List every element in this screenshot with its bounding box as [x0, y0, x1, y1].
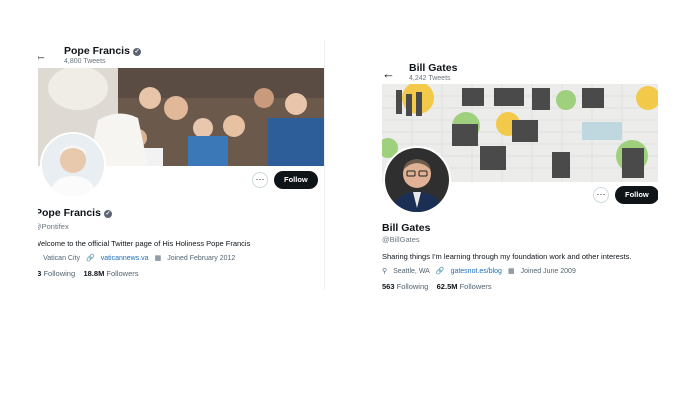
profile-meta-row: ⚲ Seattle, WA 🔗 gatesnot.es/blog ▦ Joine…: [382, 267, 576, 276]
header-tweet-count: 4,800 Tweets: [64, 58, 106, 65]
link-icon: 🔗: [85, 255, 95, 262]
profile-website-link[interactable]: gatesnot.es/blog: [451, 268, 502, 275]
profile-display-name: Pope Francis: [38, 207, 101, 219]
avatar[interactable]: [40, 132, 106, 198]
profile-joined-date: Joined February 2012: [167, 254, 236, 262]
profile-bio: Sharing things I'm learning through my f…: [382, 252, 632, 261]
avatar-photo: [385, 148, 449, 212]
profile-handle: @Pontifex: [38, 222, 69, 231]
verified-badge-icon: ✓: [132, 48, 141, 56]
calendar-icon: ▦: [154, 255, 162, 262]
profile-location: Vatican City: [43, 254, 80, 262]
profile-handle: @BillGates: [382, 235, 420, 244]
header-tweet-count: 4,242 Tweets: [409, 75, 451, 82]
following-link[interactable]: 13 Following: [38, 269, 75, 278]
profile-joined-date: Joined June 2009: [520, 267, 576, 275]
avatar-photo: [42, 134, 104, 196]
verified-badge-icon: ✓: [103, 210, 112, 218]
header-display-name: Pope Francis: [64, 45, 130, 57]
location-pin-icon: ⚲: [382, 268, 388, 275]
more-options-button[interactable]: ···: [593, 187, 609, 203]
avatar[interactable]: [383, 146, 451, 214]
header-display-name: Bill Gates: [409, 62, 458, 74]
back-arrow-icon[interactable]: ←: [382, 67, 395, 80]
following-link[interactable]: 563 Following: [382, 282, 428, 291]
more-options-button[interactable]: ···: [252, 172, 268, 188]
followers-link[interactable]: 18.8M Followers: [83, 269, 138, 278]
followers-link[interactable]: 62.5M Followers: [437, 282, 492, 291]
profile-display-name: Bill Gates: [382, 222, 431, 234]
profile-meta-row: ⚲ Vatican City 🔗 vaticannews.va ▦ Joined…: [38, 254, 236, 263]
profile-stats: 13 Following 18.8M Followers: [38, 269, 139, 278]
follow-button[interactable]: Follow: [615, 186, 658, 204]
profile-location: Seattle, WA: [393, 267, 430, 275]
profile-bio: Welcome to the official Twitter page of …: [38, 239, 251, 248]
follow-button[interactable]: Follow: [274, 171, 318, 189]
profile-card-pope-francis: ← Pope Francis✓ 4,800 Tweets: [38, 40, 325, 290]
profile-website-link[interactable]: vaticannews.va: [101, 255, 149, 262]
link-icon: 🔗: [435, 268, 445, 275]
profile-header-bar: ← Bill Gates 4,242 Tweets: [380, 58, 658, 86]
profile-card-bill-gates: ← Bill Gates 4,242 Tweets ··· Follow Bil…: [380, 58, 658, 298]
profile-header-bar: ← Pope Francis✓ 4,800 Tweets: [38, 40, 324, 68]
back-arrow-icon[interactable]: ←: [38, 49, 47, 62]
calendar-icon: ▦: [507, 268, 515, 275]
profile-stats: 563 Following 62.5M Followers: [382, 282, 492, 291]
